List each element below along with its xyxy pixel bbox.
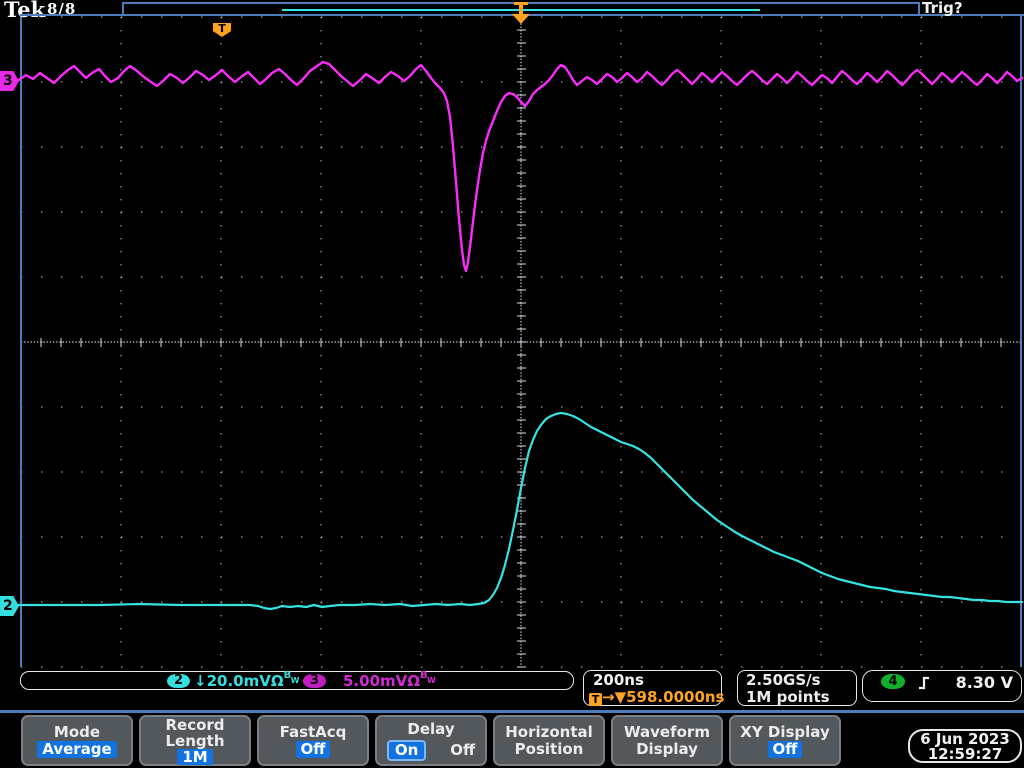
delay-title: Delay bbox=[407, 719, 455, 738]
channel-readouts-box[interactable]: 2 ↓20.0mVΩ B W 3 5.00mVΩ B W bbox=[20, 670, 574, 690]
menu-button-horizontal-position[interactable]: Horizontal Position bbox=[493, 715, 605, 766]
record-length-readout: 1M points bbox=[746, 688, 830, 706]
menu-button-fastacq[interactable]: FastAcq Off bbox=[257, 715, 369, 766]
fastacq-title: FastAcq bbox=[279, 722, 347, 741]
menu-separator-line bbox=[0, 710, 1024, 713]
ch2-scale-readout: ↓20.0mVΩ B W bbox=[194, 670, 300, 690]
horizontal-title-1: Horizontal bbox=[505, 722, 593, 741]
horizontal-readout-box[interactable]: 200ns T →▼598.0000ns bbox=[583, 670, 725, 706]
record-length-value: 1M bbox=[177, 748, 213, 765]
expansion-point-marker-bar bbox=[514, 2, 528, 5]
timebase-readout: 200ns bbox=[593, 671, 644, 689]
bandwidth-limit-icon: BW bbox=[283, 670, 300, 685]
ch3-badge[interactable]: 3 bbox=[303, 674, 326, 688]
menu-button-mode[interactable]: Mode Average bbox=[21, 715, 133, 766]
fastacq-value: Off bbox=[295, 740, 331, 758]
trigger-status-label: Trig? bbox=[922, 0, 963, 17]
bandwidth-limit-icon: BW bbox=[420, 670, 436, 685]
xy-value: Off bbox=[767, 740, 803, 758]
delay-on-option[interactable]: On bbox=[386, 739, 427, 761]
ch2-badge[interactable]: 2 bbox=[167, 674, 190, 688]
menu-button-delay[interactable]: Delay On Off bbox=[375, 715, 487, 766]
record-length-title-1: Record bbox=[165, 715, 225, 734]
right-arrow-icon: → bbox=[602, 688, 615, 706]
menu-button-waveform-display[interactable]: Waveform Display bbox=[611, 715, 723, 766]
tek-logo: Tek bbox=[4, 0, 46, 22]
clock-box: 6 Jun 2023 12:59:27 bbox=[908, 729, 1022, 763]
acquisition-readout-box[interactable]: 2.50GS/s 1M points bbox=[737, 670, 857, 706]
graticule bbox=[17, 16, 1024, 668]
mode-title: Mode bbox=[53, 722, 101, 741]
time-label: 12:59:27 bbox=[927, 745, 1003, 763]
menu-button-xy-display[interactable]: XY Display Off bbox=[729, 715, 841, 766]
sample-rate-readout: 2.50GS/s bbox=[746, 671, 821, 689]
delay-off-option[interactable]: Off bbox=[450, 741, 475, 759]
horizontal-title-2: Position bbox=[514, 739, 584, 758]
xy-title: XY Display bbox=[740, 722, 830, 741]
ch3-scale-readout: 5.00mVΩ B W bbox=[343, 670, 436, 690]
ch4-badge[interactable]: 4 bbox=[881, 674, 905, 689]
ch2-offset-arrow-icon: ↓ bbox=[194, 672, 207, 690]
menu-button-record-length[interactable]: Record Length 1M bbox=[139, 715, 251, 766]
trigger-t-icon: T bbox=[589, 693, 602, 706]
waveform-title-2: Display bbox=[636, 739, 698, 758]
ch3-trace bbox=[17, 60, 1024, 273]
trigger-level-readout: 8.30 V bbox=[955, 673, 1013, 692]
ohm-symbol: Ω bbox=[407, 672, 421, 690]
expansion-point-arrow-icon bbox=[512, 14, 530, 24]
trigger-delay-readout: T →▼598.0000ns bbox=[589, 688, 725, 706]
rising-edge-icon bbox=[919, 676, 929, 690]
record-length-title-2: Length bbox=[165, 731, 225, 750]
mode-value: Average bbox=[37, 740, 117, 758]
down-triangle-icon: ▼ bbox=[614, 688, 627, 706]
ohm-symbol: Ω bbox=[270, 672, 284, 690]
waveform-title-1: Waveform bbox=[624, 722, 710, 741]
trigger-readout-box[interactable]: 4 8.30 V bbox=[862, 670, 1022, 702]
